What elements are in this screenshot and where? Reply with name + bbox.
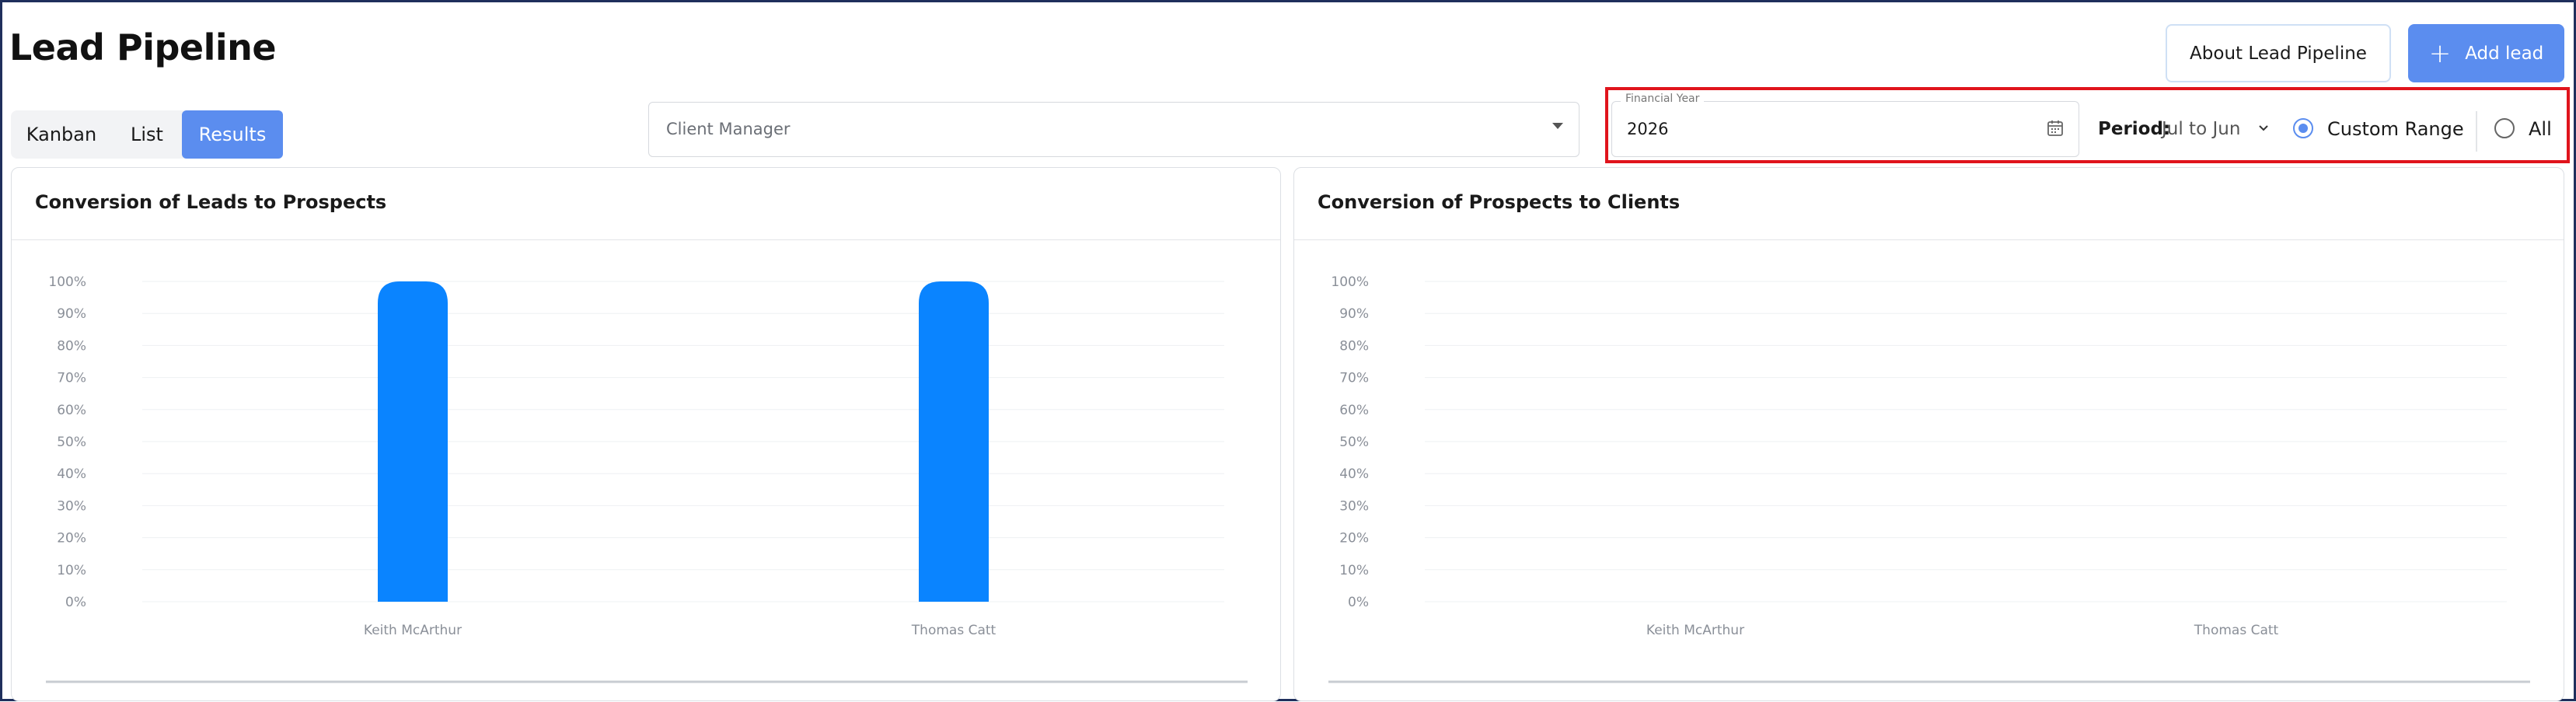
y-tick-label: 40% [1339,466,1369,482]
y-tick-label: 90% [57,306,86,322]
plus-icon: + [2428,37,2452,69]
radio-all[interactable] [2494,118,2515,138]
y-tick-label: 90% [1339,306,1369,322]
page-title: Lead Pipeline [9,26,277,68]
tab-results[interactable]: Results [182,110,283,159]
y-tick-label: 50% [1339,435,1369,450]
add-lead-label: Add lead [2465,43,2544,64]
add-lead-button[interactable]: + Add lead [2408,24,2564,82]
chart-prospects-to-clients: 0% 10% 20% 30% 40% 50% 60% 70% 80% 90% 100% Keith M… [1328,274,2530,683]
about-lead-pipeline-button[interactable]: About Lead Pipeline [2166,24,2391,82]
x-tick-label: Keith McArthur [364,623,462,638]
chevron-down-icon[interactable] [2258,123,2269,134]
y-tick-label: 100% [48,274,86,290]
chart-card-leads-to-prospects: Conversion of Leads to Prospects 0% 10% 20… [11,167,1281,701]
chart-leads-to-prospects: 0% 10% 20% 30% 40% 50% 60% 70% 80% 90% 100% Keith M… [46,274,1248,683]
period-dropdown[interactable]: Jul to Jun [2162,119,2240,139]
financial-year-label: Financial Year [1621,93,1705,105]
radio-custom-range[interactable] [2293,118,2313,138]
client-manager-placeholder: Client Manager [666,120,791,138]
y-tick-label: 70% [1339,371,1369,386]
financial-year-field[interactable] [1611,101,2079,157]
y-tick-label: 0% [65,595,86,610]
tab-kanban[interactable]: Kanban [11,110,112,159]
client-manager-select[interactable]: Client Manager [648,102,1579,157]
calendar-icon[interactable] [2046,119,2065,138]
y-tick-label: 30% [57,498,86,514]
y-tick-label: 60% [1339,403,1369,418]
y-tick-label: 30% [1339,498,1369,514]
financial-year-value: 2026 [1627,120,1669,138]
x-tick-label: Thomas Catt [911,623,997,638]
view-tabs: Kanban List Results [11,110,283,159]
y-tick-label: 40% [57,466,86,482]
bar [378,281,448,602]
y-tick-label: 10% [57,563,86,578]
y-tick-label: 70% [57,371,86,386]
y-tick-label: 80% [57,338,86,354]
y-tick-label: 50% [57,435,86,450]
y-tick-label: 60% [57,403,86,418]
y-tick-label: 80% [1339,338,1369,354]
y-tick-label: 20% [57,531,86,547]
chevron-down-icon [1552,123,1563,129]
y-tick-label: 100% [1331,274,1369,290]
y-tick-label: 10% [1339,563,1369,578]
x-tick-label: Thomas Catt [2194,623,2279,638]
chart-card-prospects-to-clients: Conversion of Prospects to Clients 0% 10%… [1293,167,2564,701]
bar [919,281,989,602]
tab-list[interactable]: List [112,110,182,159]
chart-title-leads-to-prospects: Conversion of Leads to Prospects [35,191,387,213]
y-tick-label: 0% [1348,595,1369,610]
radio-all-label[interactable]: All [2529,118,2552,140]
period-label: Period: [2098,119,2171,139]
x-tick-label: Keith McArthur [1646,623,1744,638]
y-tick-label: 20% [1339,531,1369,547]
divider [2476,111,2477,152]
chart-title-prospects-to-clients: Conversion of Prospects to Clients [1318,191,1681,213]
radio-custom-range-label[interactable]: Custom Range [2327,118,2464,140]
